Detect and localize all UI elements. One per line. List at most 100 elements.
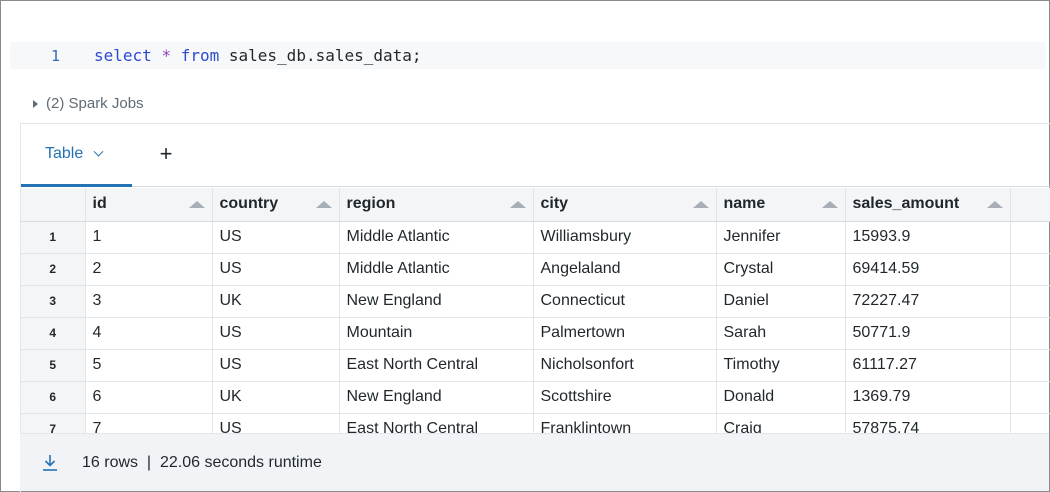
table-cell-name[interactable]: Timothy xyxy=(716,349,846,382)
table-cell-id[interactable]: 4 xyxy=(85,317,213,350)
column-header-name[interactable]: name xyxy=(716,188,846,222)
tab-table[interactable]: Table xyxy=(21,124,132,187)
row-number: 6 xyxy=(21,381,86,414)
table-row[interactable]: 1 1 US Middle Atlantic Williamsbury Jennifer 1… xyxy=(21,221,1050,254)
download-icon[interactable] xyxy=(40,453,60,473)
row-number: 5 xyxy=(21,349,86,382)
table-cell-name[interactable]: Donald xyxy=(716,381,846,414)
row-filler xyxy=(1010,221,1050,254)
row-number: 3 xyxy=(21,285,86,318)
table-cell-country[interactable]: US xyxy=(212,349,340,382)
table-header-row: id country region city name sales_amount xyxy=(21,188,1050,222)
code-token: from xyxy=(180,46,220,65)
results-footer: 16 rows | 22.06 seconds runtime xyxy=(20,433,1049,491)
table-cell-country[interactable]: US xyxy=(212,221,340,254)
column-header-sales-amount[interactable]: sales_amount xyxy=(845,188,1011,222)
sort-icon[interactable] xyxy=(509,200,526,208)
table-cell-sales-amount[interactable]: 15993.9 xyxy=(845,221,1011,254)
code-token: * xyxy=(161,46,172,65)
sql-query[interactable]: select * from sales_db.sales_data; xyxy=(94,46,422,65)
spark-jobs-label: (2) Spark Jobs xyxy=(46,95,144,112)
table-cell-name[interactable]: Sarah xyxy=(716,317,846,350)
table-cell-sales-amount[interactable]: 69414.59 xyxy=(845,253,1011,286)
sort-icon[interactable] xyxy=(692,200,709,208)
table-cell-sales-amount[interactable]: 72227.47 xyxy=(845,285,1011,318)
table-cell-city[interactable]: Connecticut xyxy=(533,285,717,318)
header-filler xyxy=(1010,188,1050,222)
column-header-label: id xyxy=(92,195,107,213)
spark-jobs-toggle[interactable]: (2) Spark Jobs xyxy=(33,95,144,112)
table-cell-sales-amount[interactable]: 61117.27 xyxy=(845,349,1011,382)
row-filler xyxy=(1010,413,1050,434)
table-cell-country[interactable]: UK xyxy=(212,381,340,414)
chevron-down-icon[interactable] xyxy=(93,146,104,157)
table-cell-country[interactable]: UK xyxy=(212,285,340,318)
table-cell-id[interactable]: 2 xyxy=(85,253,213,286)
table-cell-name[interactable]: Crystal xyxy=(716,253,846,286)
row-filler xyxy=(1010,381,1050,414)
table-cell-country[interactable]: US xyxy=(212,253,340,286)
table-cell-country[interactable]: US xyxy=(212,317,340,350)
table-cell-region[interactable]: East North Central xyxy=(339,349,534,382)
table-cell-region[interactable]: East North Central xyxy=(339,413,534,434)
row-number: 1 xyxy=(21,221,86,254)
table-cell-region[interactable]: Mountain xyxy=(339,317,534,350)
table-cell-city[interactable]: Williamsbury xyxy=(533,221,717,254)
table-cell-sales-amount[interactable]: 1369.79 xyxy=(845,381,1011,414)
row-filler xyxy=(1010,285,1050,318)
caret-right-icon xyxy=(33,99,38,108)
table-cell-name[interactable]: Jennifer xyxy=(716,221,846,254)
table-cell-city[interactable]: Franklintown xyxy=(533,413,717,434)
column-header-region[interactable]: region xyxy=(339,188,534,222)
table-row[interactable]: 3 3 UK New England Connecticut Daniel 72227.47 xyxy=(21,285,1050,318)
row-number: 7 xyxy=(21,413,86,434)
results-tabs: Table + xyxy=(21,124,1050,187)
column-header-label: sales_amount xyxy=(852,195,960,213)
table-cell-name[interactable]: Craig xyxy=(716,413,846,434)
table-cell-city[interactable]: Angelaland xyxy=(533,253,717,286)
table-cell-sales-amount[interactable]: 50771.9 xyxy=(845,317,1011,350)
column-header-city[interactable]: city xyxy=(533,188,717,222)
column-header-label: city xyxy=(540,195,569,213)
table-row[interactable]: 6 6 UK New England Scottshire Donald 1369.79 xyxy=(21,381,1050,414)
table-cell-region[interactable]: New England xyxy=(339,285,534,318)
results-table: id country region city name sales_amount 1 1 US… xyxy=(21,188,1050,434)
column-header-label: region xyxy=(346,195,396,213)
table-cell-id[interactable]: 1 xyxy=(85,221,213,254)
table-cell-sales-amount[interactable]: 57875.74 xyxy=(845,413,1011,434)
row-filler xyxy=(1010,349,1050,382)
code-editor-line[interactable]: 1 select * from sales_db.sales_data; xyxy=(10,42,1046,69)
sort-icon[interactable] xyxy=(986,200,1003,208)
sort-icon[interactable] xyxy=(315,200,332,208)
results-summary: 16 rows | 22.06 seconds runtime xyxy=(82,454,322,471)
table-row[interactable]: 7 7 US East North Central Franklintown Craig 5… xyxy=(21,413,1050,434)
add-visualization-button[interactable]: + xyxy=(156,143,176,165)
line-number: 1 xyxy=(51,46,61,65)
table-row[interactable]: 5 5 US East North Central Nicholsonfort Timot… xyxy=(21,349,1050,382)
table-cell-region[interactable]: Middle Atlantic xyxy=(339,253,534,286)
code-token: sales_db.sales_data; xyxy=(219,46,422,65)
column-header-id[interactable]: id xyxy=(85,188,213,222)
row-filler xyxy=(1010,317,1050,350)
table-row[interactable]: 2 2 US Middle Atlantic Angelaland Crystal 6941… xyxy=(21,253,1050,286)
column-header-country[interactable]: country xyxy=(212,188,340,222)
column-header-label: name xyxy=(723,195,766,213)
sort-icon[interactable] xyxy=(821,200,838,208)
table-row[interactable]: 4 4 US Mountain Palmertown Sarah 50771.9 xyxy=(21,317,1050,350)
sort-icon[interactable] xyxy=(188,200,205,208)
table-cell-id[interactable]: 6 xyxy=(85,381,213,414)
table-cell-city[interactable]: Nicholsonfort xyxy=(533,349,717,382)
table-cell-name[interactable]: Daniel xyxy=(716,285,846,318)
table-cell-region[interactable]: New England xyxy=(339,381,534,414)
code-token: select xyxy=(94,46,152,65)
column-header-label: country xyxy=(219,195,279,213)
table-cell-id[interactable]: 7 xyxy=(85,413,213,434)
table-cell-id[interactable]: 5 xyxy=(85,349,213,382)
table-cell-region[interactable]: Middle Atlantic xyxy=(339,221,534,254)
table-cell-city[interactable]: Palmertown xyxy=(533,317,717,350)
table-cell-id[interactable]: 3 xyxy=(85,285,213,318)
table-cell-city[interactable]: Scottshire xyxy=(533,381,717,414)
table-cell-country[interactable]: US xyxy=(212,413,340,434)
